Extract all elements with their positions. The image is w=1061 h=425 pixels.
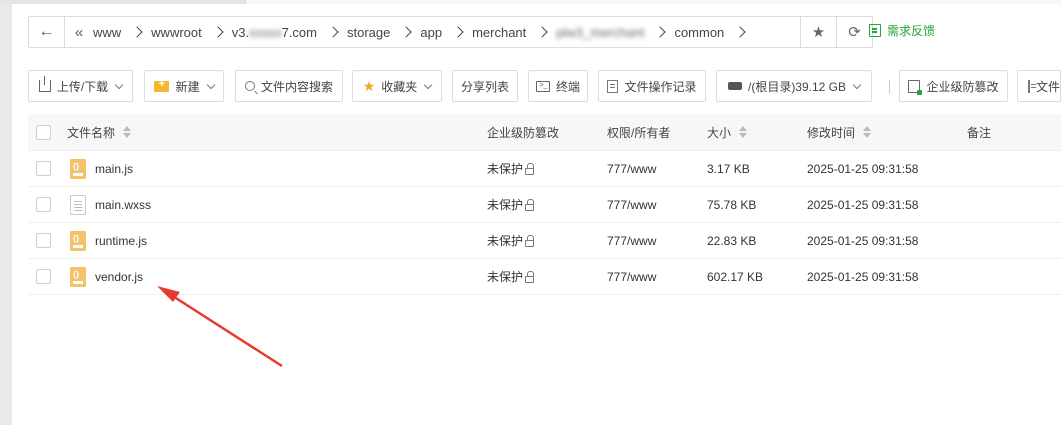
- annotation-arrow: [157, 286, 283, 368]
